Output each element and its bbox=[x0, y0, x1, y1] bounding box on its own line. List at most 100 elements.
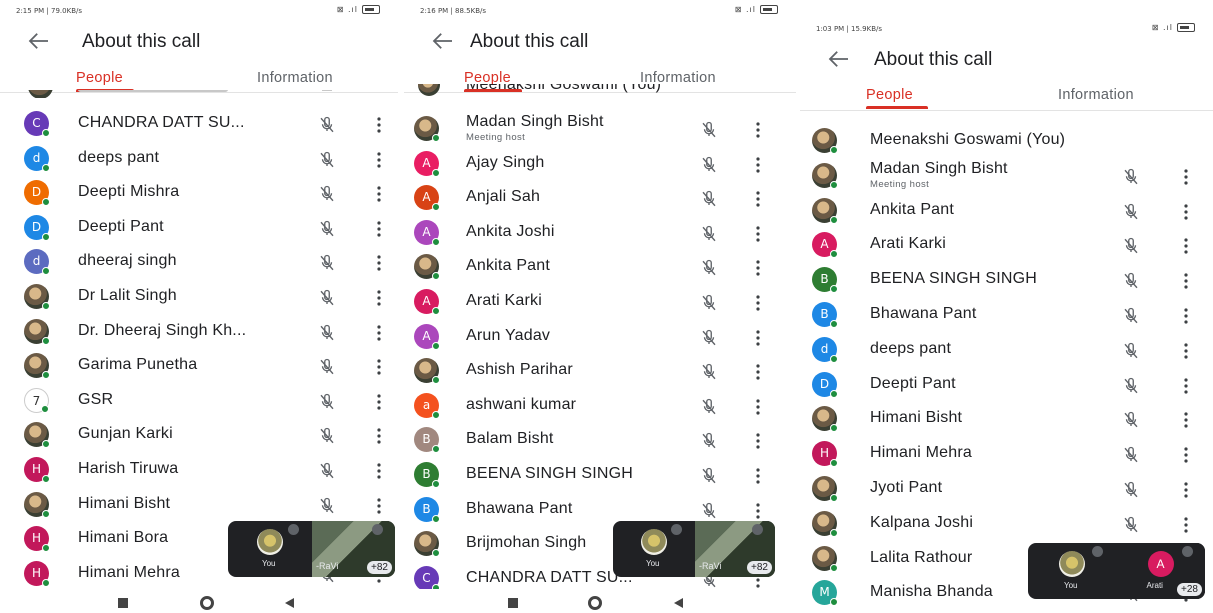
more-options-icon[interactable] bbox=[754, 225, 762, 243]
back-icon[interactable] bbox=[285, 598, 294, 608]
participant-row[interactable]: Gunjan Karki bbox=[0, 418, 398, 453]
tab-information[interactable]: Information bbox=[1058, 87, 1134, 103]
more-options-icon[interactable] bbox=[1182, 481, 1190, 499]
participant-row[interactable]: Himani Bisht bbox=[800, 402, 1213, 437]
pip-other-tile[interactable]: -RaVi +82 bbox=[695, 521, 775, 577]
participant-row[interactable]: Jyoti Pant bbox=[800, 472, 1213, 507]
pip-call-window[interactable]: You -RaVi +82 bbox=[613, 521, 775, 577]
back-arrow-icon[interactable] bbox=[828, 50, 854, 72]
more-options-icon[interactable] bbox=[375, 185, 383, 203]
more-options-icon[interactable] bbox=[754, 156, 762, 174]
participant-name: deeps pant bbox=[870, 339, 952, 357]
more-options-icon[interactable] bbox=[1182, 272, 1190, 290]
participant-row[interactable]: Ankita Pant bbox=[404, 250, 796, 285]
pip-self-tile[interactable]: You bbox=[1028, 543, 1116, 599]
avatar-initial: H bbox=[31, 565, 42, 580]
more-options-icon[interactable] bbox=[1182, 203, 1190, 221]
pip-other-tile[interactable]: -RaVi +82 bbox=[312, 521, 395, 577]
participant-avatar bbox=[24, 318, 50, 345]
more-options-icon[interactable] bbox=[1182, 377, 1190, 395]
tab-people[interactable]: People bbox=[866, 87, 913, 103]
back-icon[interactable] bbox=[674, 598, 683, 608]
pip-call-window[interactable]: You A Arati +28 bbox=[1028, 543, 1205, 599]
avatar-initial: H bbox=[819, 446, 830, 461]
home-icon[interactable] bbox=[200, 596, 214, 610]
participant-row[interactable]: Himani Bisht bbox=[0, 488, 398, 523]
participant-row[interactable]: d deeps pant bbox=[800, 333, 1213, 368]
participant-row[interactable]: H Himani Mehra bbox=[800, 437, 1213, 472]
more-options-icon[interactable] bbox=[754, 467, 762, 485]
participant-row[interactable]: A Anjali Sah bbox=[404, 181, 796, 216]
more-options-icon[interactable] bbox=[1182, 446, 1190, 464]
back-arrow-icon[interactable] bbox=[432, 32, 458, 54]
participant-row[interactable]: Ankita Pant bbox=[800, 194, 1213, 229]
participant-row[interactable]: A Arun Yadav bbox=[404, 320, 796, 355]
participant-name: Balam Bisht bbox=[466, 430, 554, 448]
more-options-icon[interactable] bbox=[1182, 411, 1190, 429]
participant-row[interactable]: D Deepti Pant bbox=[0, 211, 398, 246]
more-options-icon[interactable] bbox=[754, 329, 762, 347]
more-options-icon[interactable] bbox=[754, 259, 762, 277]
partial-list-item[interactable] bbox=[0, 90, 398, 98]
more-options-icon[interactable] bbox=[375, 289, 383, 307]
participant-row[interactable]: Madan Singh Bisht Meeting host bbox=[404, 112, 796, 147]
participant-row[interactable]: d dheeraj singh bbox=[0, 245, 398, 280]
more-options-icon[interactable] bbox=[1182, 342, 1190, 360]
more-options-icon[interactable] bbox=[754, 190, 762, 208]
home-icon[interactable] bbox=[588, 596, 602, 610]
participant-row[interactable]: Garima Punetha bbox=[0, 349, 398, 384]
more-options-icon[interactable] bbox=[754, 398, 762, 416]
participant-row[interactable]: B BEENA SINGH SINGH bbox=[800, 263, 1213, 298]
more-options-icon[interactable] bbox=[375, 358, 383, 376]
more-options-icon[interactable] bbox=[375, 116, 383, 134]
participant-row[interactable]: Meenakshi Goswami (You) bbox=[800, 124, 1213, 159]
more-options-icon[interactable] bbox=[1182, 307, 1190, 325]
online-indicator bbox=[432, 168, 440, 177]
participant-row[interactable]: Kalpana Joshi bbox=[800, 507, 1213, 542]
more-options-icon[interactable] bbox=[1182, 168, 1190, 186]
more-options-icon[interactable] bbox=[1182, 237, 1190, 255]
recents-icon[interactable] bbox=[118, 598, 128, 608]
participant-row[interactable]: Ashish Parihar bbox=[404, 354, 796, 389]
more-options-icon[interactable] bbox=[1182, 516, 1190, 534]
more-options-icon[interactable] bbox=[375, 324, 383, 342]
pip-self-tile[interactable]: You bbox=[228, 521, 312, 577]
tab-people[interactable]: People bbox=[76, 70, 123, 86]
participant-row[interactable]: 7 GSR bbox=[0, 384, 398, 419]
back-arrow-icon[interactable] bbox=[28, 32, 54, 54]
recents-icon[interactable] bbox=[508, 598, 518, 608]
participant-row[interactable]: A Ankita Joshi bbox=[404, 216, 796, 251]
more-options-icon[interactable] bbox=[375, 220, 383, 238]
more-options-icon[interactable] bbox=[375, 462, 383, 480]
pip-other-tile[interactable]: A Arati +28 bbox=[1116, 543, 1205, 599]
partial-list-item[interactable]: Meenakshi Goswami (You) bbox=[404, 84, 796, 98]
participant-row[interactable]: A Arati Karki bbox=[800, 228, 1213, 263]
participant-row[interactable]: d deeps pant bbox=[0, 142, 398, 177]
pip-self-tile[interactable]: You bbox=[613, 521, 695, 577]
more-options-icon[interactable] bbox=[754, 432, 762, 450]
more-options-icon[interactable] bbox=[754, 294, 762, 312]
participant-row[interactable]: A Ajay Singh bbox=[404, 147, 796, 182]
participant-row[interactable]: Dr. Dheeraj Singh Kh... bbox=[0, 315, 398, 350]
participant-row[interactable]: a ashwani kumar bbox=[404, 389, 796, 424]
participant-row[interactable]: Madan Singh Bisht Meeting host bbox=[800, 159, 1213, 194]
participant-row[interactable]: B Balam Bisht bbox=[404, 423, 796, 458]
participant-row[interactable]: B Bhawana Pant bbox=[800, 298, 1213, 333]
participant-row[interactable]: D Deepti Pant bbox=[800, 368, 1213, 403]
participant-row[interactable]: Dr Lalit Singh bbox=[0, 280, 398, 315]
pip-call-window[interactable]: You -RaVi +82 bbox=[228, 521, 395, 577]
more-options-icon[interactable] bbox=[375, 497, 383, 515]
participant-row[interactable]: B BEENA SINGH SINGH bbox=[404, 458, 796, 493]
more-options-icon[interactable] bbox=[375, 151, 383, 169]
tab-information[interactable]: Information bbox=[257, 70, 333, 86]
participant-row[interactable]: H Harish Tiruwa bbox=[0, 453, 398, 488]
more-options-icon[interactable] bbox=[754, 363, 762, 381]
more-options-icon[interactable] bbox=[754, 502, 762, 520]
more-options-icon[interactable] bbox=[375, 427, 383, 445]
more-options-icon[interactable] bbox=[375, 393, 383, 411]
more-options-icon[interactable] bbox=[375, 254, 383, 272]
participant-row[interactable]: C CHANDRA DATT SU... bbox=[0, 107, 398, 142]
participant-row[interactable]: D Deepti Mishra bbox=[0, 176, 398, 211]
more-options-icon[interactable] bbox=[754, 121, 762, 139]
participant-row[interactable]: A Arati Karki bbox=[404, 285, 796, 320]
